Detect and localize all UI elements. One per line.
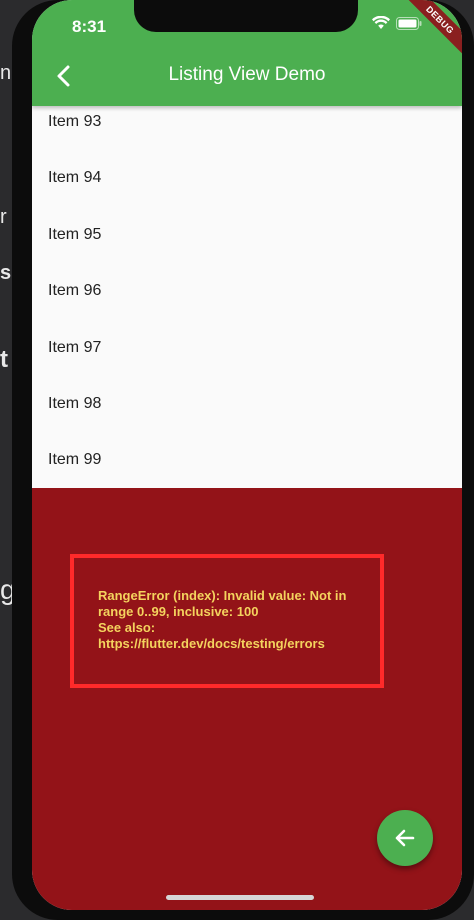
list-item[interactable]: Item 94	[32, 150, 462, 206]
status-time: 8:31	[72, 17, 107, 36]
item-list: Item 93 Item 94 Item 95 Item 96 Item 97 …	[32, 94, 462, 489]
background-text-fragment: s	[0, 262, 12, 284]
list-item[interactable]: Item 99	[32, 432, 462, 488]
app-bar: 8:31 DEBUG Listing View Demo	[32, 0, 462, 106]
wifi-icon	[372, 16, 390, 29]
phone-notch	[134, 0, 358, 32]
page-title: Listing View Demo	[168, 64, 326, 85]
error-highlight-box: RangeError (index): Invalid value: Not i…	[70, 554, 384, 688]
error-line: See also:	[98, 620, 156, 635]
phone-frame: 8:31 DEBUG Listing View Demo Item 93 Ite…	[12, 0, 474, 920]
list-item[interactable]: Item 98	[32, 376, 462, 432]
list-item[interactable]: Item 96	[32, 263, 462, 319]
home-indicator[interactable]	[166, 895, 314, 900]
list-item[interactable]: Item 97	[32, 320, 462, 376]
error-link: https://flutter.dev/docs/testing/errors	[98, 636, 325, 651]
background-text-fragment: n	[0, 62, 12, 84]
background-text-fragment: t	[0, 346, 8, 373]
status-icons	[372, 16, 422, 30]
error-line: range 0..99, inclusive: 100	[98, 604, 259, 619]
phone-screen: 8:31 DEBUG Listing View Demo Item 93 Ite…	[32, 0, 462, 910]
back-fab-button[interactable]	[377, 810, 433, 866]
arrow-left-icon	[395, 829, 415, 847]
background-text-fragment: r	[0, 206, 7, 228]
battery-icon	[396, 16, 422, 30]
error-widget: RangeError (index): Invalid value: Not i…	[32, 488, 462, 910]
error-message: RangeError (index): Invalid value: Not i…	[98, 588, 388, 652]
error-line: RangeError (index): Invalid value: Not i…	[98, 588, 347, 603]
list-item[interactable]: Item 95	[32, 207, 462, 263]
